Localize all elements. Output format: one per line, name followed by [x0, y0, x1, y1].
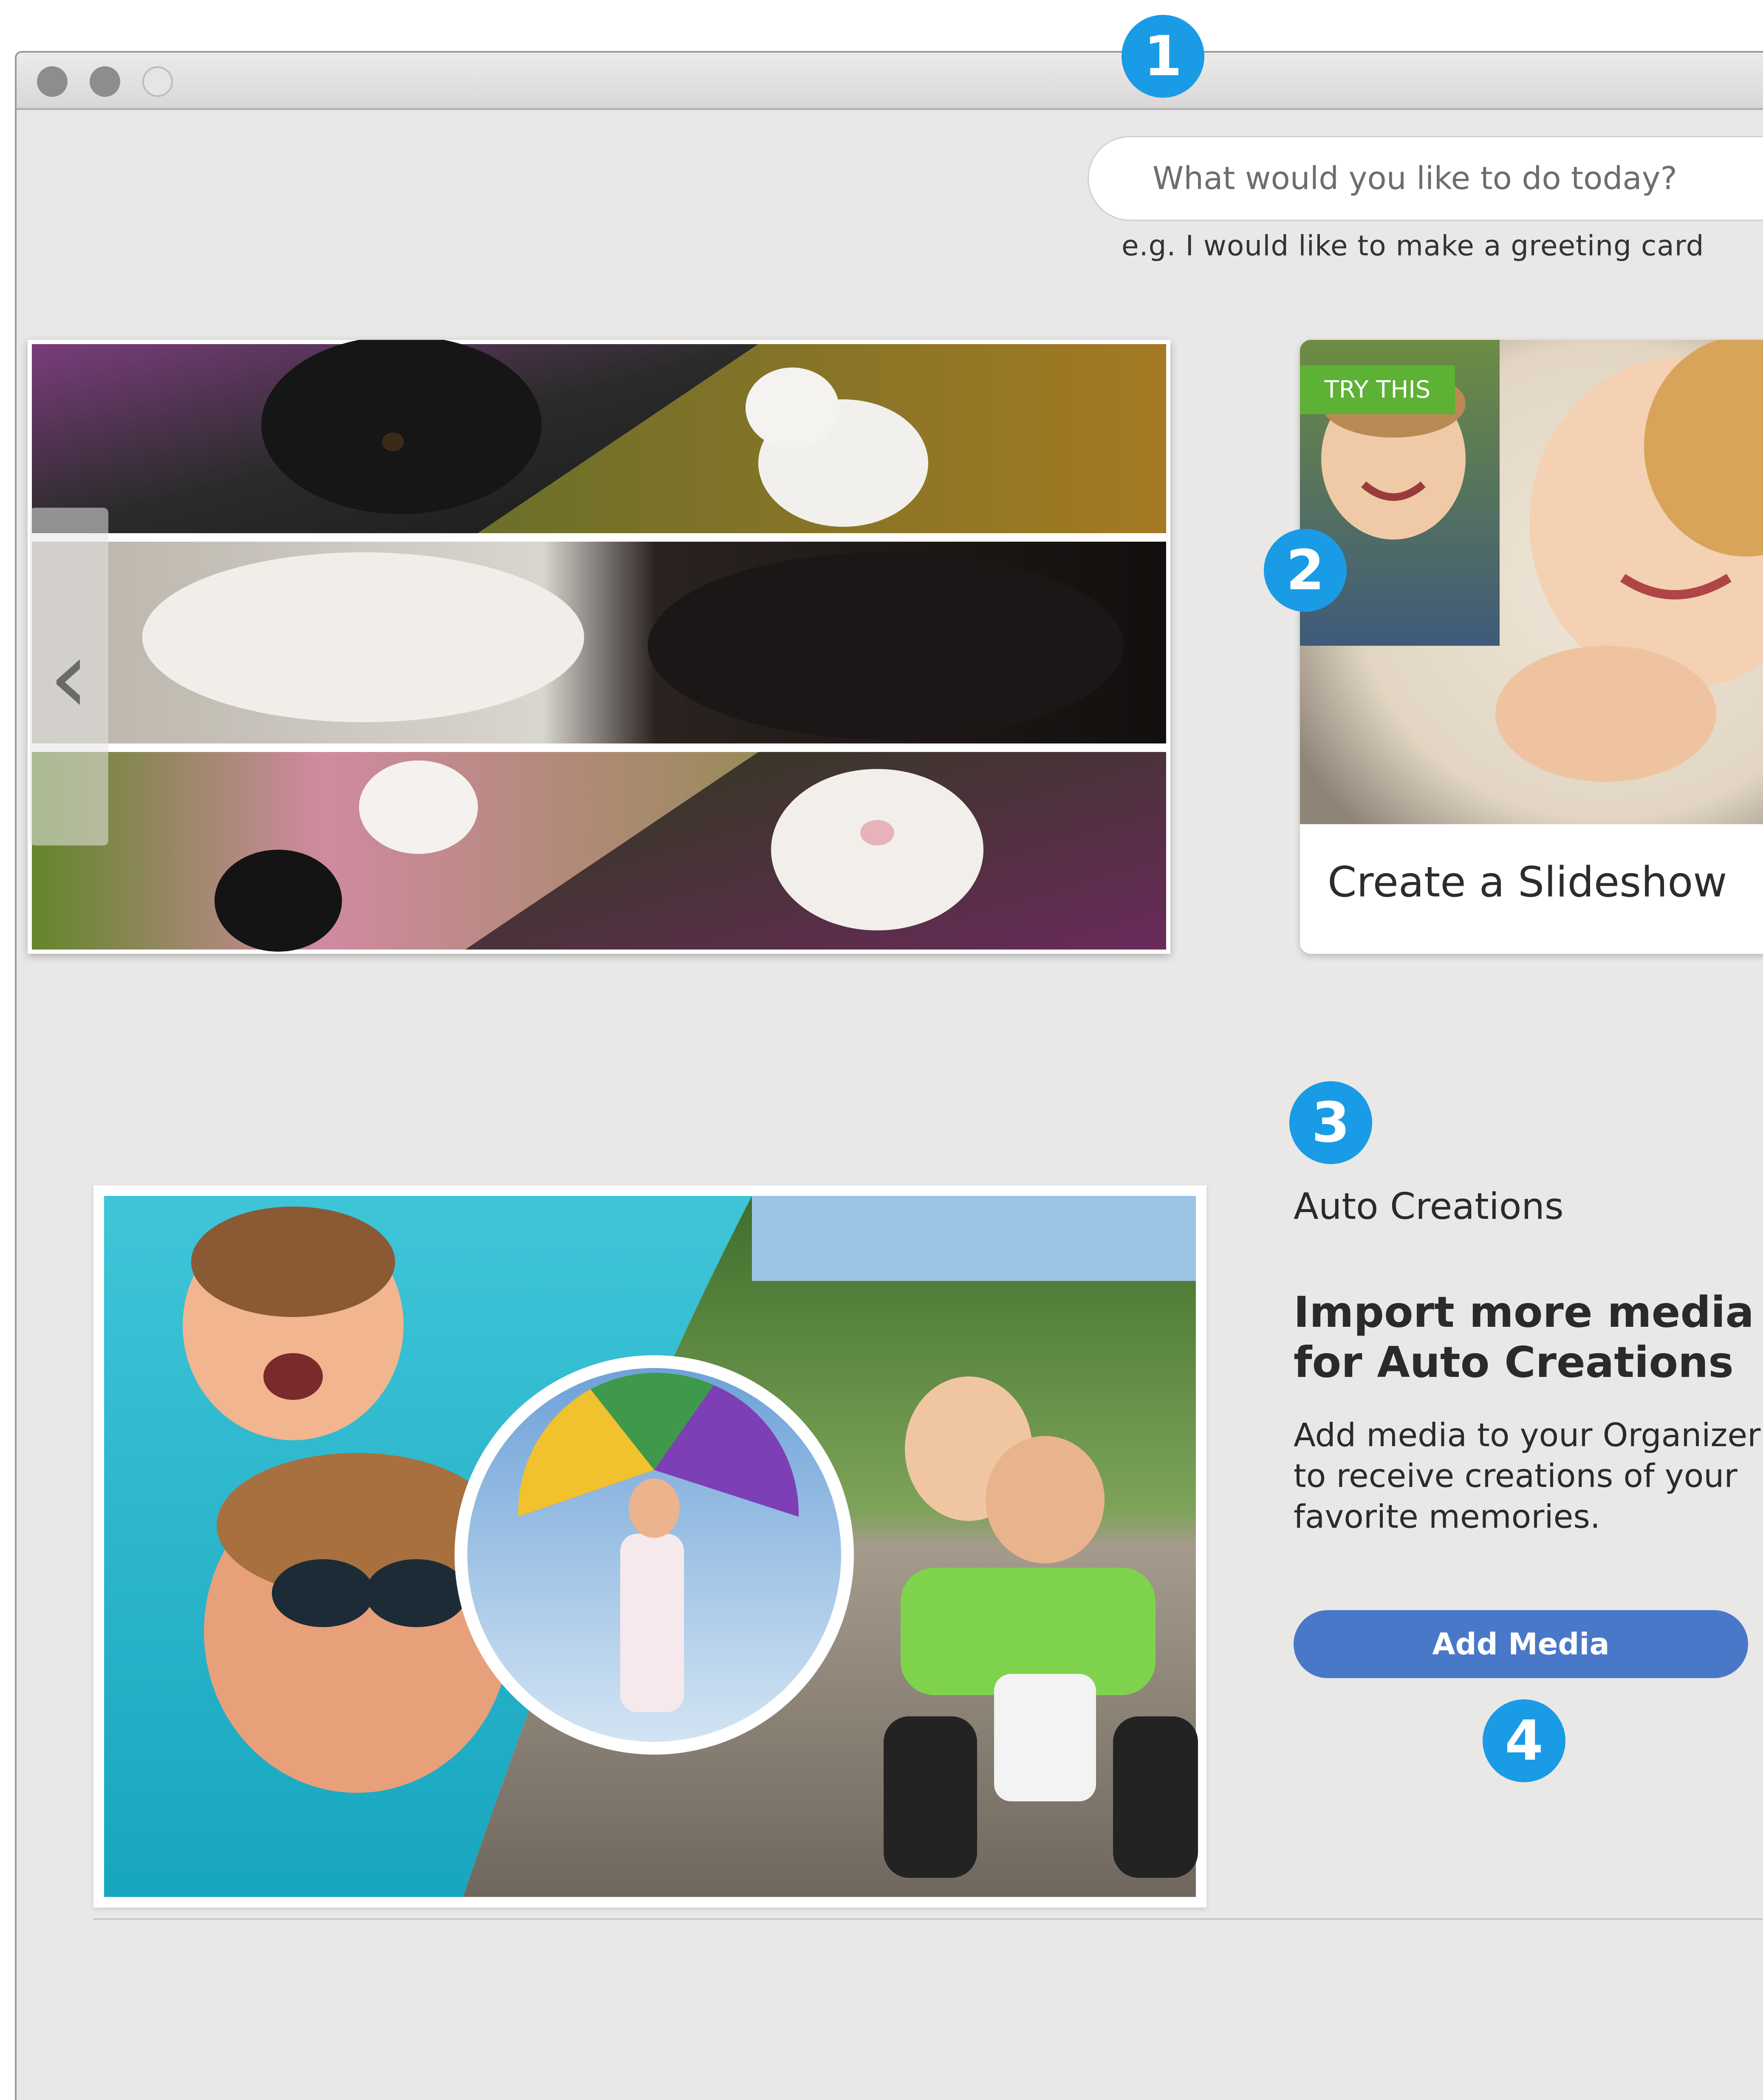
carousel-slide-pets-collage[interactable]	[28, 336, 1170, 954]
callout-4: 4	[1483, 1699, 1565, 1782]
search-input[interactable]: What would you like to do today?	[1088, 136, 1763, 221]
zoom-window-button[interactable]	[142, 66, 173, 97]
summer-collage-image	[104, 1196, 1198, 1897]
callout-3: 3	[1289, 1081, 1372, 1164]
try-this-badge: TRY THIS	[1300, 365, 1455, 414]
auto-creations-heading: Auto Creations	[1294, 1185, 1564, 1228]
create-slideshow-card[interactable]: TRY THIS Create a Slideshow	[1300, 340, 1763, 954]
create-slideshow-title: Create a Slideshow	[1328, 858, 1727, 907]
callout-2: 2	[1264, 529, 1347, 612]
auto-creation-preview-collage	[93, 1185, 1206, 1908]
add-media-button[interactable]: Add Media	[1294, 1610, 1748, 1678]
import-media-title: Import more media for Auto Creations	[1294, 1287, 1754, 1387]
carousel-prev-arrow-icon[interactable]: ‹	[30, 508, 108, 845]
title-bar[interactable]	[17, 53, 1763, 110]
search-placeholder: What would you like to do today?	[1153, 160, 1677, 197]
callout-1: 1	[1122, 15, 1204, 98]
close-window-button[interactable]	[37, 66, 68, 97]
minimize-window-button[interactable]	[90, 66, 120, 97]
search-hint: e.g. I would like to make a greeting car…	[1122, 229, 1704, 262]
pets-collage-image	[32, 336, 1166, 952]
import-media-description: Add media to your Organizer to receive c…	[1294, 1416, 1761, 1535]
section-divider	[93, 1918, 1763, 1920]
